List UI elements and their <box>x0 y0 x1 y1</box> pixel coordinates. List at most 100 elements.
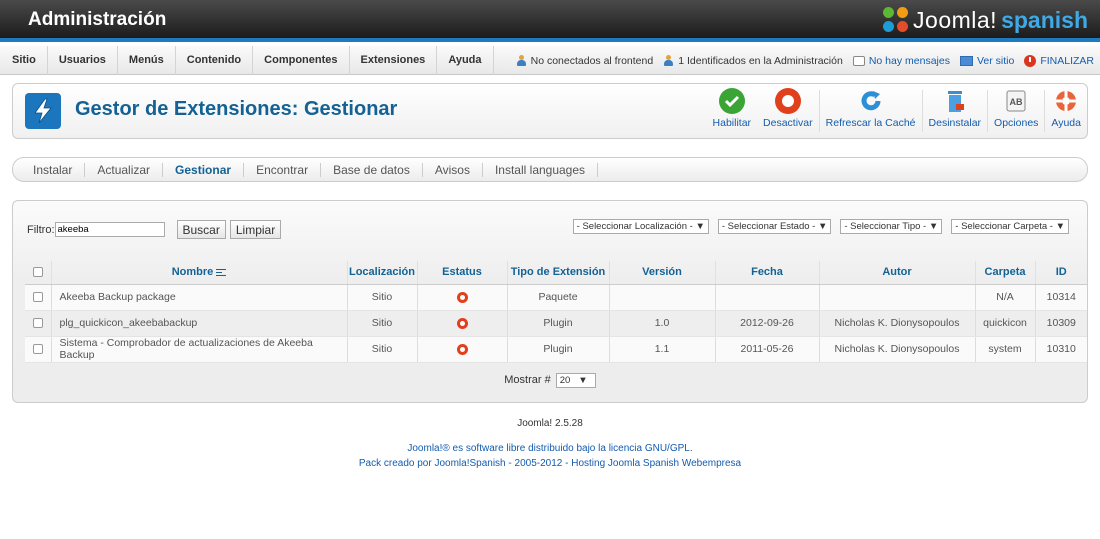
cell-author: Nicholas K. Dionysopoulos <box>819 336 976 363</box>
status-disable-icon[interactable] <box>456 317 468 329</box>
monitor-icon <box>959 55 973 66</box>
enable-button[interactable]: Habilitar <box>707 84 758 138</box>
menu-usuarios[interactable]: Usuarios <box>48 45 118 75</box>
logo-word-joomla: Joomla! <box>913 6 998 33</box>
toolbar-buttons: Habilitar Desactivar Refrescar la Caché … <box>707 84 1087 138</box>
cell-folder: quickicon <box>975 310 1036 337</box>
cell-folder: system <box>975 336 1036 363</box>
row-checkbox-cell <box>25 310 52 337</box>
cell-type: Plugin <box>507 336 610 363</box>
row-checkbox[interactable] <box>32 344 43 355</box>
tab-install-languages[interactable]: Install languages <box>483 162 599 177</box>
check-icon <box>718 88 745 114</box>
select-state[interactable]: - Seleccionar Estado - ▼ <box>717 219 832 234</box>
view-site-text: Ver sitio <box>976 54 1015 67</box>
help-button[interactable]: Ayuda <box>1045 84 1087 138</box>
tab-actualizar[interactable]: Actualizar <box>85 162 164 177</box>
header-date[interactable]: Fecha <box>715 261 820 285</box>
select-folder[interactable]: - Seleccionar Carpeta - ▼ <box>951 219 1069 234</box>
cell-date <box>715 284 820 311</box>
header-author[interactable]: Autor <box>819 261 976 285</box>
header-location[interactable]: Localización <box>347 261 418 285</box>
messages-link[interactable]: No hay mensajes <box>852 55 950 67</box>
cell-author: Nicholas K. Dionysopoulos <box>819 310 976 337</box>
logout-link[interactable]: FINALIZAR <box>1024 54 1094 67</box>
row-checkbox[interactable] <box>32 318 43 329</box>
status-admin: 1 Identificados en la Administración <box>663 55 843 67</box>
logo-word-spanish: spanish <box>1001 6 1088 33</box>
menu-extensiones[interactable]: Extensiones <box>350 45 438 75</box>
enable-label: Habilitar <box>712 117 752 129</box>
sort-icon <box>216 268 227 276</box>
filter-selects: - Seleccionar Localización - ▼ - Selecci… <box>572 219 1069 234</box>
cell-location: Sitio <box>347 336 418 363</box>
options-icon-glyph: AB <box>1010 97 1023 107</box>
pager-label: Mostrar # <box>504 374 551 386</box>
cell-folder: N/A <box>975 284 1036 311</box>
header-status[interactable]: Estatus <box>417 261 508 285</box>
menu-menus[interactable]: Menús <box>118 45 176 75</box>
header-name-label: Nombre <box>171 266 214 279</box>
user-icon <box>663 55 674 66</box>
credits-link[interactable]: Pack creado por Joomla!Spanish - 2005-20… <box>0 458 1100 469</box>
refresh-cache-button[interactable]: Refrescar la Caché <box>820 84 922 138</box>
table-row: plg_quickicon_akeebabackup Sitio Plugin … <box>25 310 1087 337</box>
select-folder-value: - Seleccionar Carpeta - <box>955 221 1053 232</box>
menu-contenido[interactable]: Contenido <box>176 45 254 75</box>
uninstall-button[interactable]: Desinstalar <box>923 84 988 138</box>
filter-bar: Filtro: Buscar Limpiar <box>27 220 282 239</box>
extensions-lightning-icon <box>25 93 61 129</box>
header-name[interactable]: Nombre <box>51 261 348 285</box>
cell-status <box>417 284 508 311</box>
header-id[interactable]: ID <box>1035 261 1087 285</box>
limit-select[interactable]: 20 ▼ <box>555 373 596 388</box>
cell-id: 10310 <box>1035 336 1087 363</box>
header-version[interactable]: Versión <box>609 261 716 285</box>
select-location[interactable]: - Seleccionar Localización - ▼ <box>572 219 709 234</box>
status-disable-icon[interactable] <box>456 291 468 303</box>
status-disable-icon[interactable] <box>456 343 468 355</box>
cell-name: Sistema - Comprobador de actualizaciones… <box>51 336 348 363</box>
menu-sitio[interactable]: Sitio <box>0 45 48 75</box>
tab-encontrar[interactable]: Encontrar <box>244 162 322 177</box>
logout-text: FINALIZAR <box>1040 54 1094 67</box>
tab-avisos[interactable]: Avisos <box>423 162 483 177</box>
joomla-spanish-logo[interactable]: Joomla! spanish <box>883 6 1088 34</box>
status-bar: No conectados al frontend 1 Identificado… <box>516 46 1094 75</box>
view-site-link[interactable]: Ver sitio <box>959 54 1015 67</box>
header-type[interactable]: Tipo de Extensión <box>507 261 610 285</box>
extensions-list-panel: Filtro: Buscar Limpiar - Seleccionar Loc… <box>12 200 1088 403</box>
help-label: Ayuda <box>1051 117 1081 129</box>
tab-instalar[interactable]: Instalar <box>21 162 86 177</box>
refresh-cache-label: Refrescar la Caché <box>825 117 916 129</box>
license-link[interactable]: Joomla!® es software libre distribuido b… <box>0 443 1100 454</box>
cell-version: 1.1 <box>609 336 716 363</box>
options-button[interactable]: AB Opciones <box>988 84 1044 138</box>
cell-id: 10309 <box>1035 310 1087 337</box>
select-type[interactable]: - Seleccionar Tipo - ▼ <box>840 219 943 234</box>
cell-location: Sitio <box>347 310 418 337</box>
page-title: Gestor de Extensiones: Gestionar <box>75 98 398 120</box>
search-button[interactable]: Buscar <box>176 220 226 239</box>
admin-header: Administración Joomla! spanish <box>0 0 1100 42</box>
header-folder[interactable]: Carpeta <box>975 261 1036 285</box>
table-row: Akeeba Backup package Sitio Paquete N/A … <box>25 284 1087 311</box>
admin-title: Administración <box>28 9 167 30</box>
chevron-down-icon: ▼ <box>928 221 939 232</box>
clear-button[interactable]: Limpiar <box>229 220 282 239</box>
row-checkbox[interactable] <box>32 292 43 303</box>
menu-componentes[interactable]: Componentes <box>253 45 350 75</box>
disable-label: Desactivar <box>763 117 813 129</box>
menu-ayuda[interactable]: Ayuda <box>437 45 494 75</box>
cell-type: Plugin <box>507 310 610 337</box>
options-label: Opciones <box>994 117 1039 129</box>
filter-input[interactable] <box>54 222 165 237</box>
header-checkbox-cell <box>25 261 52 285</box>
tab-gestionar[interactable]: Gestionar <box>163 162 245 177</box>
select-all-checkbox[interactable] <box>32 267 43 278</box>
disable-button[interactable]: Desactivar <box>757 84 819 138</box>
row-checkbox-cell <box>25 336 52 363</box>
status-frontend-text: No conectados al frontend <box>530 54 654 67</box>
cell-status <box>417 336 508 363</box>
tab-base-de-datos[interactable]: Base de datos <box>321 162 423 177</box>
